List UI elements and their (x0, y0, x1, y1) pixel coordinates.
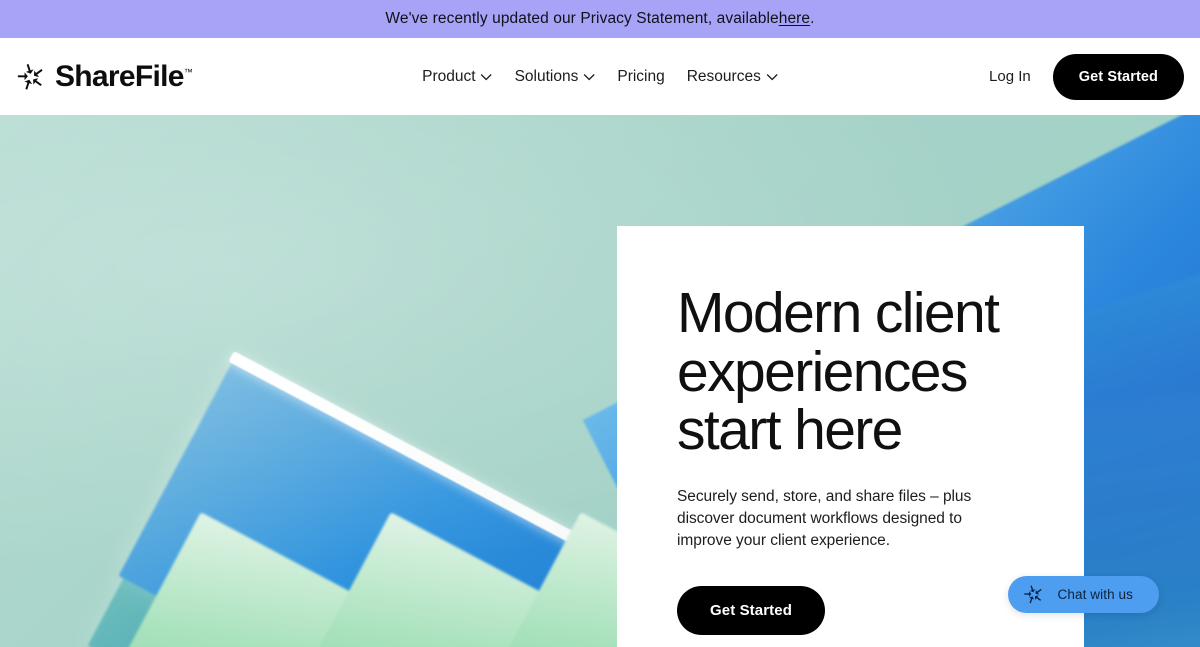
login-link[interactable]: Log In (989, 68, 1031, 85)
hero-section: Modern client experiences start here Sec… (0, 115, 1200, 647)
header-actions: Log In Get Started (989, 53, 1184, 100)
nav-item-product[interactable]: Product (422, 67, 493, 86)
chat-with-us-button[interactable]: Chat with us (1007, 576, 1159, 613)
privacy-statement-link[interactable]: here (779, 10, 810, 28)
nav-item-label: Resources (686, 67, 761, 85)
chat-label: Chat with us (1057, 587, 1133, 602)
chevron-down-icon (481, 68, 493, 86)
sharefile-starburst-icon (16, 62, 46, 92)
nav-item-solutions[interactable]: Solutions (515, 68, 596, 86)
primary-navigation: Product Solutions Pricing Resources (422, 68, 778, 86)
site-header: ShareFile™ Product Solutions Pricing Res… (0, 38, 1200, 115)
page-title: Modern client experiences start here (677, 281, 1000, 463)
nav-item-label: Solutions (514, 67, 579, 85)
chevron-down-icon (583, 68, 595, 86)
trademark-symbol: ™ (183, 66, 193, 77)
nav-item-pricing[interactable]: Pricing (617, 68, 664, 86)
brand-wordmark: ShareFile™ (55, 60, 193, 94)
sharefile-starburst-icon (1023, 584, 1044, 605)
sharefile-logo[interactable]: ShareFile™ (16, 60, 193, 94)
hero-get-started-button[interactable]: Get Started (677, 586, 825, 636)
header-get-started-button[interactable]: Get Started (1052, 53, 1184, 100)
nav-item-resources[interactable]: Resources (687, 68, 778, 86)
privacy-announcement-banner: We've recently updated our Privacy State… (0, 0, 1200, 38)
brand-name-text: ShareFile (55, 59, 184, 93)
banner-text: We've recently updated our Privacy State… (385, 10, 779, 27)
nav-item-label: Pricing (617, 67, 665, 85)
hero-subtitle: Securely send, store, and share files – … (677, 488, 972, 550)
nav-item-label: Product (422, 67, 476, 85)
chevron-down-icon (766, 68, 778, 86)
banner-text-suffix: . (810, 10, 815, 27)
